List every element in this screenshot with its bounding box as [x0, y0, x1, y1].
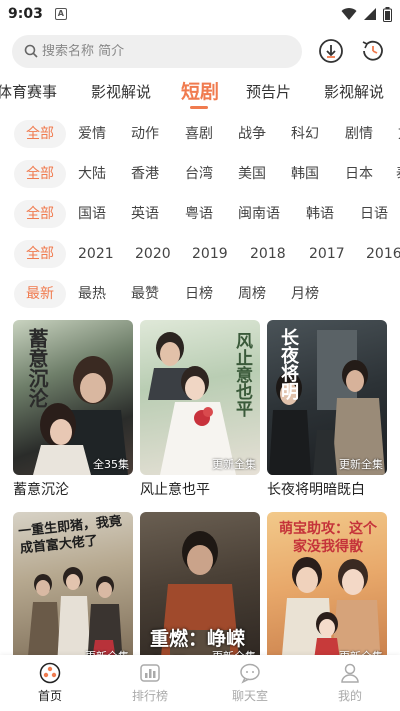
profile-icon [341, 663, 359, 683]
nav-profile-label: 我的 [337, 689, 362, 703]
nav-ranking[interactable]: 排行榜 [100, 655, 200, 711]
category-tabs: 体育赛事 影视解说 短剧 预告片 影视解说 [0, 76, 400, 112]
search-icon [24, 44, 38, 58]
filter-chip[interactable]: 2020 [135, 240, 171, 268]
filter-chip[interactable]: 剧情 [345, 120, 373, 148]
drama-title[interactable]: 长夜将明暗既白 [267, 479, 387, 499]
drama-card[interactable]: 萌宝助攻：这个家没我得散 更新全集 [267, 512, 387, 667]
tab-sports[interactable]: 体育赛事 [0, 81, 57, 102]
filter-year: 全部 2021 2020 2019 2018 2017 2016 [0, 240, 400, 268]
poster-title-art: 蓄意沉沦 [25, 328, 49, 408]
battery-icon [383, 6, 392, 22]
search-box[interactable] [12, 34, 302, 68]
drama-card[interactable]: 一重生即猪，我竟成首富大佬了 更新全集 [13, 512, 133, 667]
filter-language-all[interactable]: 全部 [14, 200, 66, 228]
chat-icon [240, 663, 260, 684]
filter-chip[interactable]: 科幻 [291, 120, 319, 148]
status-time: 9:03 [8, 6, 43, 22]
filter-chip[interactable]: 台湾 [185, 160, 213, 188]
signal-icon [364, 8, 376, 20]
wifi-icon [341, 8, 357, 20]
drama-card[interactable]: 风止意也平 更新全集 风止意也平 [140, 320, 260, 499]
download-icon[interactable] [318, 38, 344, 64]
filter-chip[interactable]: 爱情 [78, 120, 106, 148]
poster-title-art: 萌宝助攻：这个家没我得散 [279, 521, 377, 555]
filter-chip[interactable]: 日语 [360, 200, 388, 228]
filter-chip[interactable]: 最赞 [131, 280, 159, 308]
filter-chip[interactable]: 最热 [78, 280, 106, 308]
filter-genre: 全部 爱情 动作 喜剧 战争 科幻 剧情 文 [0, 120, 400, 148]
drama-poster[interactable]: 蓄意沉沦 全35集 [13, 320, 133, 475]
active-tab-indicator [190, 106, 208, 109]
home-icon [39, 662, 61, 684]
tab-film-commentary[interactable]: 影视解说 [91, 81, 151, 102]
drama-title[interactable]: 风止意也平 [140, 479, 260, 499]
filter-chip[interactable]: 2021 [78, 240, 114, 268]
filter-chip[interactable]: 2018 [250, 240, 286, 268]
filter-genre-all[interactable]: 全部 [14, 120, 66, 148]
filter-chip[interactable]: 日榜 [185, 280, 213, 308]
poster-title-art: 风止意也平 [232, 332, 252, 417]
drama-card[interactable]: 重燃：峥嵘年代 更新全集 [140, 512, 260, 667]
filter-chip[interactable]: 月榜 [291, 280, 319, 308]
filter-chip[interactable]: 动作 [131, 120, 159, 148]
filter-chip[interactable]: 闽南语 [238, 200, 280, 228]
filter-chip[interactable]: 韩语 [306, 200, 334, 228]
filter-sort: 最新 最热 最赞 日榜 周榜 月榜 [0, 280, 400, 308]
tab-film-commentary-2[interactable]: 影视解说 [324, 81, 384, 102]
filter-sort-latest[interactable]: 最新 [14, 280, 66, 308]
nav-chat[interactable]: 聊天室 [200, 655, 300, 711]
drama-card[interactable]: 蓄意沉沦 全35集 蓄意沉沦 [13, 320, 133, 499]
ranking-icon [140, 664, 160, 682]
filter-chip[interactable]: 国语 [78, 200, 106, 228]
history-icon[interactable] [360, 38, 386, 64]
filter-region: 全部 大陆 香港 台湾 美国 韩国 日本 泰 [0, 160, 400, 188]
nav-ranking-label: 排行榜 [131, 689, 168, 703]
filter-chip[interactable]: 大陆 [78, 160, 106, 188]
filter-chip[interactable]: 香港 [131, 160, 159, 188]
bottom-nav: 首页 排行榜 聊天室 我的 [0, 655, 400, 711]
filter-chip[interactable]: 喜剧 [185, 120, 213, 148]
filter-year-all[interactable]: 全部 [14, 240, 66, 268]
drama-poster[interactable]: 重燃：峥嵘年代 更新全集 [140, 512, 260, 667]
filter-chip[interactable]: 2019 [192, 240, 228, 268]
drama-poster[interactable]: 一重生即猪，我竟成首富大佬了 更新全集 [13, 512, 133, 667]
status-bar: 9:03 A [0, 0, 400, 28]
filter-chip[interactable]: 日本 [345, 160, 373, 188]
drama-card[interactable]: 长夜将明 更新全集 长夜将明暗既白 [267, 320, 387, 499]
filter-chip[interactable]: 泰 [396, 160, 400, 188]
drama-poster[interactable]: 风止意也平 更新全集 [140, 320, 260, 475]
filter-chip[interactable]: 韩国 [291, 160, 319, 188]
poster-title-art: 长夜将明 [278, 328, 299, 400]
nav-profile[interactable]: 我的 [300, 655, 400, 711]
tab-short-drama[interactable]: 短剧 [181, 77, 219, 104]
drama-poster[interactable]: 萌宝助攻：这个家没我得散 更新全集 [267, 512, 387, 667]
search-input[interactable] [42, 43, 272, 59]
app-notification-icon: A [54, 8, 67, 20]
nav-home[interactable]: 首页 [0, 655, 100, 711]
episode-badge: 更新全集 [212, 458, 256, 471]
episode-badge: 更新全集 [339, 458, 383, 471]
nav-chat-label: 聊天室 [231, 689, 268, 703]
drama-poster[interactable]: 长夜将明 更新全集 [267, 320, 387, 475]
nav-home-label: 首页 [37, 689, 62, 703]
filter-chip[interactable]: 粤语 [185, 200, 213, 228]
filter-chip[interactable]: 英语 [131, 200, 159, 228]
filter-chip[interactable]: 2016 [366, 240, 400, 268]
filter-region-all[interactable]: 全部 [14, 160, 66, 188]
filter-chip[interactable]: 2017 [309, 240, 345, 268]
filter-chip[interactable]: 战争 [238, 120, 266, 148]
episode-badge: 全35集 [93, 458, 129, 471]
filter-chip[interactable]: 周榜 [238, 280, 266, 308]
drama-title[interactable]: 蓄意沉沦 [13, 479, 133, 499]
search-row [12, 34, 390, 68]
filter-language: 全部 国语 英语 粤语 闽南语 韩语 日语 [0, 200, 400, 228]
tab-trailers[interactable]: 预告片 [246, 81, 291, 102]
filter-chip[interactable]: 美国 [238, 160, 266, 188]
